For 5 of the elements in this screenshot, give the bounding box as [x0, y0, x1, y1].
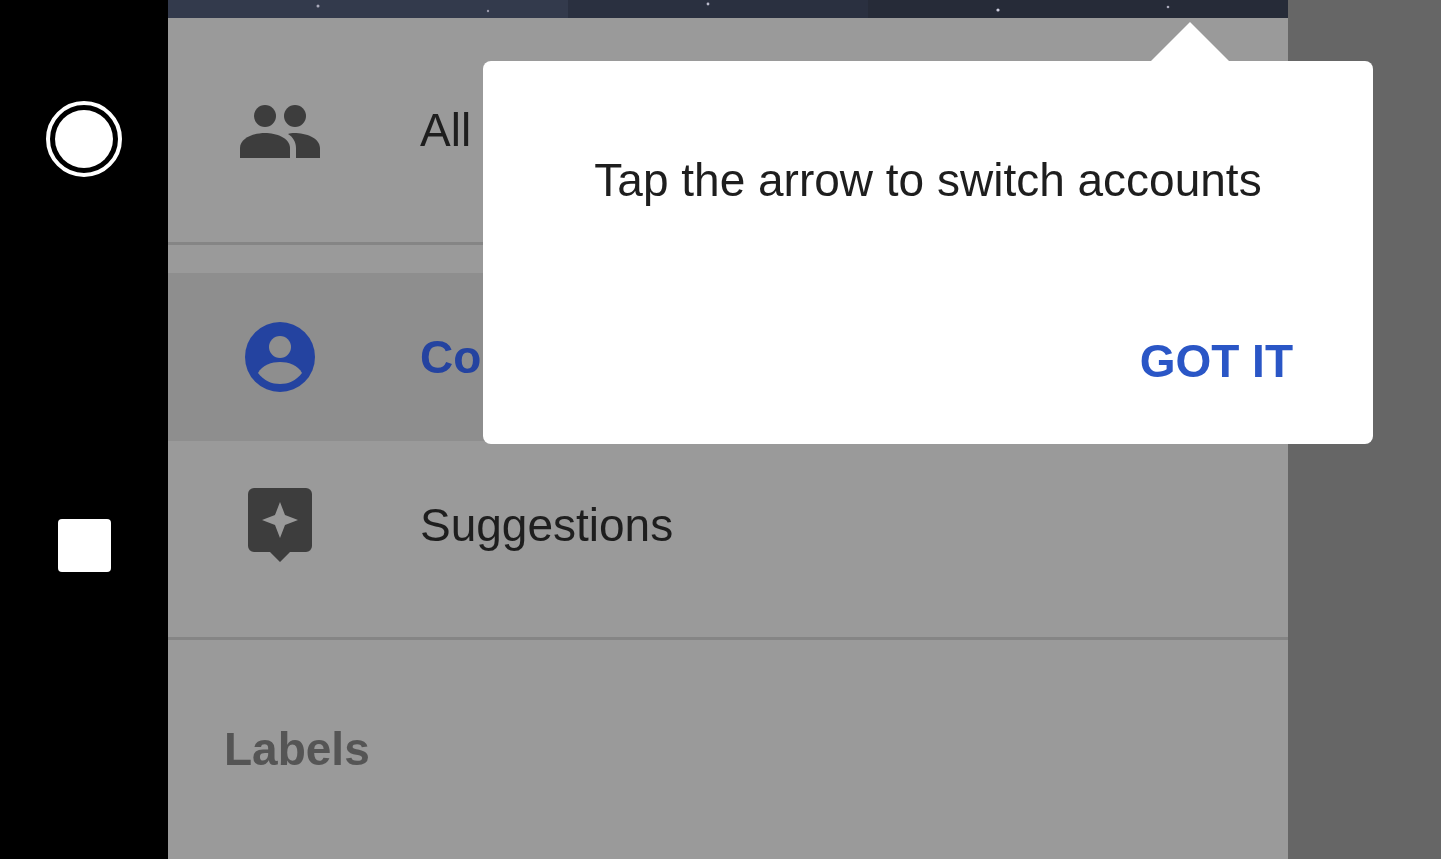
section-header: Labels — [224, 723, 370, 775]
drawer-item-label: All — [420, 103, 472, 157]
drawer-item-label: Suggestions — [420, 498, 674, 552]
drawer-item-label: Co — [420, 330, 482, 384]
tooltip-message: Tap the arrow to switch accounts — [593, 153, 1263, 207]
